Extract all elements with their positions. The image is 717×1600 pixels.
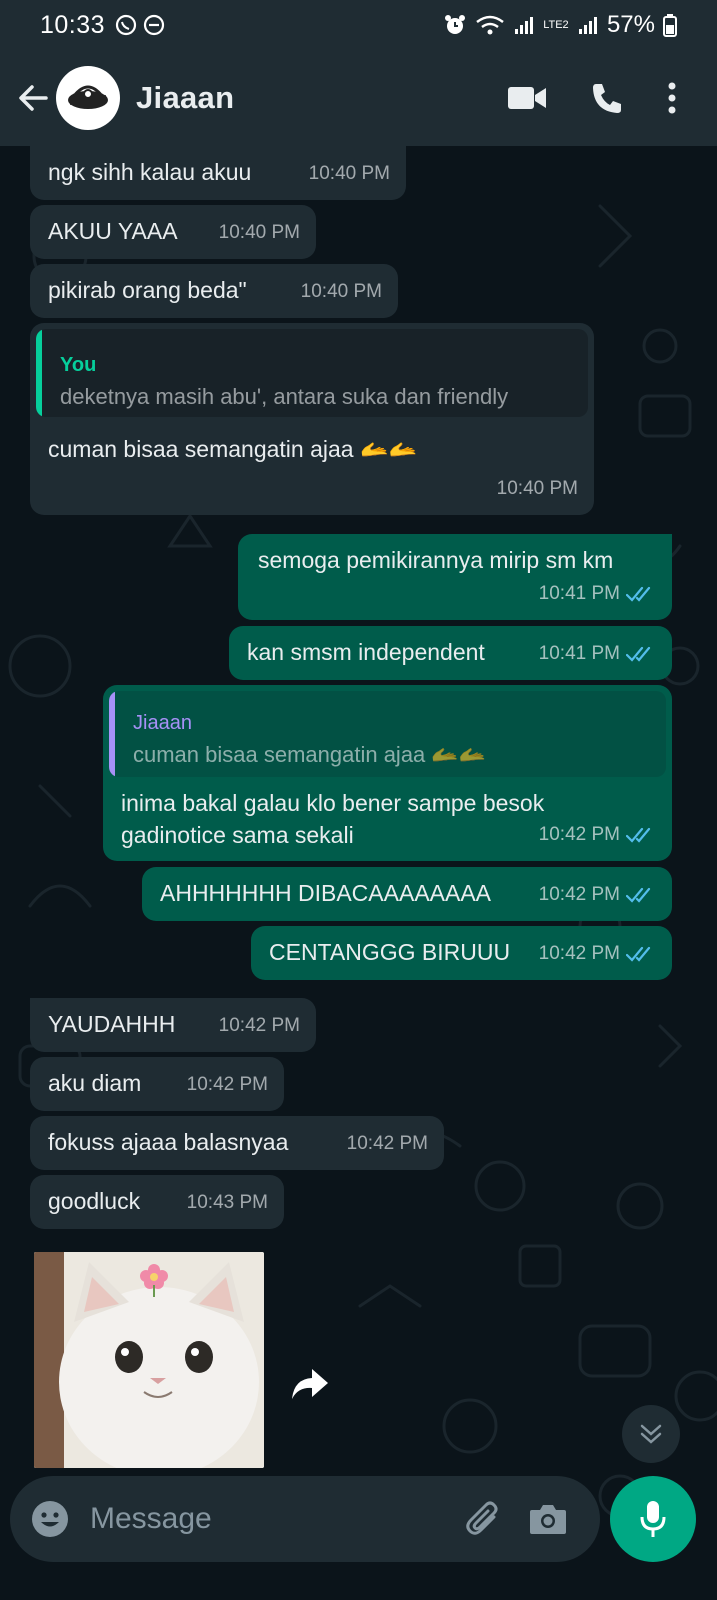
message-text: YAUDAHHH xyxy=(48,1011,176,1037)
avatar[interactable] xyxy=(56,66,120,130)
more-options-button[interactable] xyxy=(647,68,697,128)
message-bubble-incoming-reply[interactable]: You deketnya masih abu', antara suka dan… xyxy=(30,323,594,515)
message-text: cuman bisaa semangatin ajaa 🫴🫴 xyxy=(48,436,418,462)
read-ticks-icon xyxy=(626,946,651,962)
message-time: 10:42 PM xyxy=(186,1074,268,1095)
message-bubble-incoming[interactable]: YAUDAHHH 10:42 PM xyxy=(30,998,316,1052)
message-composer: Message xyxy=(10,1476,600,1562)
video-call-icon xyxy=(508,87,546,109)
message-text: AHHHHHHH DIBACAAAAAAAA xyxy=(160,880,492,906)
alarm-icon xyxy=(444,15,465,34)
emoji-button[interactable] xyxy=(12,1499,88,1539)
message-time: 10:42 PM xyxy=(538,884,620,905)
do-not-disturb-icon xyxy=(143,14,165,36)
message-bubble-outgoing[interactable]: semoga pemikirannya mirip sm km 10:41 PM xyxy=(238,534,672,620)
message-text: fokuss ajaaa balasnyaa xyxy=(48,1129,289,1155)
wifi-icon xyxy=(476,15,504,35)
message-time: 10:43 PM xyxy=(186,1192,268,1213)
message-bubble-outgoing[interactable]: AHHHHHHH DIBACAAAAAAAA 10:42 PM xyxy=(142,867,672,921)
status-time: 10:33 xyxy=(40,10,106,39)
camera-button[interactable] xyxy=(516,1489,580,1549)
lte-label: LTE2 xyxy=(543,18,569,31)
message-text: goodluck xyxy=(48,1188,141,1214)
contact-name[interactable]: Jiaaan xyxy=(136,80,234,116)
status-bar: 10:33 LTE2 57% xyxy=(0,0,717,50)
message-bubble-incoming[interactable]: goodluck 10:43 PM xyxy=(30,1175,284,1229)
chat-header: Jiaaan xyxy=(0,50,717,146)
read-ticks-icon xyxy=(626,646,651,662)
message-input[interactable]: Message xyxy=(90,1502,212,1536)
forward-icon xyxy=(292,1369,328,1399)
signal-2-icon xyxy=(578,17,597,34)
whatsapp-notification-icon xyxy=(115,14,137,36)
attach-button[interactable] xyxy=(452,1489,516,1549)
message-text-line-2: gadinotice sama sekali xyxy=(121,822,354,848)
message-time: 10:40 PM xyxy=(308,163,390,184)
back-arrow-icon xyxy=(19,85,48,111)
message-bubble-outgoing-reply[interactable]: Jiaaan cuman bisaa semangatin ajaa 🫴🫴 in… xyxy=(103,685,672,861)
read-ticks-icon xyxy=(626,827,651,843)
message-text: AKUU YAAA xyxy=(48,218,178,244)
message-time: 10:42 PM xyxy=(218,1015,300,1036)
message-bubble-outgoing[interactable]: kan smsm independent 10:41 PM xyxy=(229,626,672,680)
avatar-image xyxy=(68,85,108,109)
quote-text: deketnya masih abu', antara suka dan fri… xyxy=(60,384,509,409)
message-bubble-incoming[interactable]: fokuss ajaaa balasnyaa 10:42 PM xyxy=(30,1116,444,1170)
message-bubble-incoming[interactable]: AKUU YAAA 10:40 PM xyxy=(30,205,316,259)
phone-icon xyxy=(593,84,621,113)
mic-icon xyxy=(640,1501,666,1537)
message-text: kan smsm independent xyxy=(247,639,485,665)
message-time: 10:40 PM xyxy=(218,222,300,243)
message-text: semoga pemikirannya mirip sm km xyxy=(258,547,614,573)
message-text: aku diam xyxy=(48,1070,142,1096)
message-time: 10:41 PM xyxy=(538,583,620,604)
message-time: 10:40 PM xyxy=(300,281,382,302)
message-text: CENTANGGG BIRUUU xyxy=(269,939,511,965)
quote-text: cuman bisaa semangatin ajaa 🫴🫴 xyxy=(133,742,487,767)
message-time: 10:40 PM xyxy=(496,478,578,499)
voice-call-button[interactable] xyxy=(567,68,647,128)
scroll-to-bottom-button[interactable] xyxy=(622,1405,680,1463)
cat-sticker[interactable] xyxy=(34,1252,264,1468)
message-text: ngk sihh kalau akuu xyxy=(48,159,252,185)
read-ticks-icon xyxy=(626,586,651,602)
read-ticks-icon xyxy=(626,887,651,903)
message-time: 10:42 PM xyxy=(538,824,620,845)
voice-message-button[interactable] xyxy=(610,1476,696,1562)
battery-icon xyxy=(663,14,677,37)
back-button[interactable] xyxy=(10,75,56,121)
camera-icon xyxy=(530,1505,566,1534)
forward-button[interactable] xyxy=(288,1362,332,1406)
message-text-line-1: inima bakal galau klo bener sampe besok xyxy=(121,790,545,816)
cat-sticker-image xyxy=(34,1252,264,1468)
message-bubble-incoming[interactable]: ngk sihh kalau akuu 10:40 PM xyxy=(30,140,406,200)
message-bubble-incoming[interactable]: pikirab orang beda" 10:40 PM xyxy=(30,264,398,318)
message-text: pikirab orang beda" xyxy=(48,277,247,303)
message-time: 10:42 PM xyxy=(346,1133,428,1154)
message-time: 10:41 PM xyxy=(538,643,620,664)
battery-percent: 57% xyxy=(606,11,655,38)
more-options-icon xyxy=(668,82,676,114)
double-chevron-down-icon xyxy=(640,1424,662,1444)
quote-author: You xyxy=(60,354,97,376)
quote-author: Jiaaan xyxy=(133,712,192,734)
video-call-button[interactable] xyxy=(487,68,567,128)
quoted-message[interactable]: You deketnya masih abu', antara suka dan… xyxy=(36,329,588,417)
attach-icon xyxy=(466,1501,498,1535)
message-time: 10:42 PM xyxy=(538,943,620,964)
message-bubble-incoming[interactable]: aku diam 10:42 PM xyxy=(30,1057,284,1111)
emoji-icon xyxy=(32,1501,68,1537)
quoted-message[interactable]: Jiaaan cuman bisaa semangatin ajaa 🫴🫴 xyxy=(109,691,666,777)
signal-1-icon xyxy=(514,17,533,34)
message-bubble-outgoing[interactable]: CENTANGGG BIRUUU 10:42 PM xyxy=(251,926,672,980)
